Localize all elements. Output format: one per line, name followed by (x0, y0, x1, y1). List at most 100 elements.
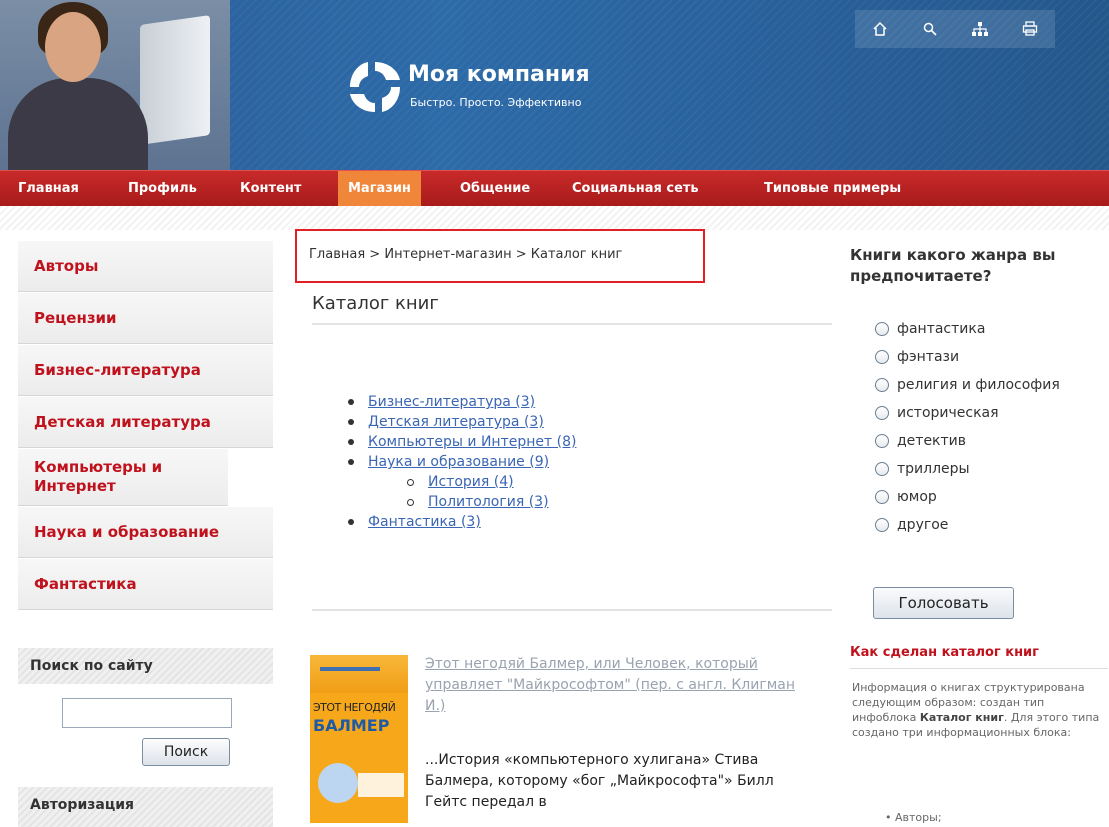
photo-monitor (140, 15, 210, 145)
breadcrumb: Главная > Интернет-магазин > Каталог кни… (295, 229, 705, 283)
radio-icon[interactable] (875, 462, 889, 476)
sidebar-item-fiction[interactable]: Фантастика (18, 558, 273, 610)
poll-options: фантастика фэнтази религия и философия и… (875, 315, 1060, 539)
sidebar-item-authors[interactable]: Авторы (18, 240, 273, 292)
book-description: ...История «компьютерного хулигана» Стив… (425, 752, 774, 810)
site-header: Моя компания Быстро. Просто. Эффективно (0, 0, 1109, 170)
search-icon[interactable] (917, 16, 943, 42)
book-cover-image[interactable]: ЭТОТ НЕГОДЯЙ БАЛМЕР (310, 655, 408, 823)
info-text-bold: Каталог книг (919, 711, 1004, 724)
main-menu: Главная Профиль Контент Магазин Общение … (0, 170, 1109, 207)
book-title-link[interactable]: Этот негодяй Балмер, или Человек, которы… (425, 654, 805, 717)
catalog-link-fiction[interactable]: Фантастика (3) (368, 514, 481, 530)
poll-option[interactable]: историческая (875, 399, 1060, 427)
search-title: Поиск по сайту (18, 648, 273, 684)
auth-panel: Авторизация (18, 787, 273, 827)
menu-item-social-network[interactable]: Социальная сеть (572, 171, 699, 207)
catalog-link-business[interactable]: Бизнес-литература (3) (368, 394, 535, 410)
radio-icon[interactable] (875, 406, 889, 420)
list-item: История (4) (348, 472, 576, 492)
bullet-icon (348, 439, 354, 445)
auth-title: Авторизация (30, 797, 135, 813)
title-divider (312, 323, 832, 325)
poll-option[interactable]: другое (875, 511, 1060, 539)
breadcrumb-separator: > (369, 247, 381, 262)
site-search-panel: Поиск по сайту Поиск (18, 648, 273, 778)
sidebar-item-reviews[interactable]: Рецензии (18, 292, 273, 344)
info-list-label: Авторы; (895, 811, 942, 824)
poll-option-label: детектив (897, 433, 967, 449)
poll-option-label: триллеры (897, 461, 970, 477)
radio-icon[interactable] (875, 350, 889, 364)
radio-icon[interactable] (875, 322, 889, 336)
poll-option[interactable]: религия и философия (875, 371, 1060, 399)
poll-option[interactable]: детектив (875, 427, 1060, 455)
poll-option[interactable]: фантастика (875, 315, 1060, 343)
sidebar-item-science[interactable]: Наука и образование (18, 506, 273, 558)
menu-item-content[interactable]: Контент (240, 171, 301, 207)
menu-item-home[interactable]: Главная (18, 171, 79, 207)
radio-icon[interactable] (875, 490, 889, 504)
menu-item-communication[interactable]: Общение (460, 171, 530, 207)
menu-item-shop[interactable]: Магазин (338, 171, 421, 207)
poll-option-label: фэнтази (897, 349, 960, 365)
catalog-link-politology[interactable]: Политология (3) (428, 494, 549, 510)
menu-item-profile[interactable]: Профиль (128, 171, 197, 207)
page-title: Каталог книг (312, 293, 439, 314)
info-divider (850, 668, 1108, 669)
print-icon[interactable] (1017, 16, 1043, 42)
breadcrumb-text: Главная > Интернет-магазин > Каталог кни… (309, 247, 622, 262)
info-text: Информация о книгах структурирована след… (852, 680, 1102, 740)
cover-photo (318, 763, 358, 803)
list-item: Политология (3) (348, 492, 576, 512)
company-logo-icon[interactable] (346, 58, 404, 116)
catalog-link-history[interactable]: История (4) (428, 474, 514, 490)
radio-icon[interactable] (875, 518, 889, 532)
sidebar-item-children[interactable]: Детская литература (18, 396, 273, 448)
menu-shadow-stripe (0, 206, 1109, 230)
poll-option-label: юмор (897, 489, 937, 505)
cover-top (310, 655, 408, 693)
radio-icon[interactable] (875, 434, 889, 448)
sidebar-item-computers[interactable]: Компьютеры и Интернет (18, 448, 228, 506)
bullet-icon (348, 399, 354, 405)
list-item: Детская литература (3) (348, 412, 576, 432)
cover-label (358, 773, 404, 797)
poll-question: Книги какого жанра вы предпочитаете? (850, 246, 1056, 285)
list-item: Бизнес-литература (3) (348, 392, 576, 412)
poll-option[interactable]: юмор (875, 483, 1060, 511)
catalog-link-computers[interactable]: Компьютеры и Интернет (8) (368, 434, 576, 450)
breadcrumb-separator: > (515, 247, 527, 262)
sitemap-icon[interactable] (967, 16, 993, 42)
bullet-icon (348, 419, 354, 425)
breadcrumb-shop[interactable]: Интернет-магазин (384, 247, 511, 262)
poll-option[interactable]: триллеры (875, 455, 1060, 483)
bullet-icon (348, 519, 354, 525)
poll-option-label: религия и философия (897, 377, 1060, 393)
search-input[interactable] (62, 698, 232, 728)
catalog-link-science[interactable]: Наука и образование (9) (368, 454, 549, 470)
photo-face (45, 12, 101, 82)
poll-option-label: другое (897, 517, 949, 533)
home-icon[interactable] (867, 16, 893, 42)
info-title: Как сделан каталог книг (850, 645, 1039, 660)
radio-icon[interactable] (875, 378, 889, 392)
vote-button[interactable]: Голосовать (873, 587, 1014, 619)
info-list-item: • Авторы; (885, 811, 942, 824)
catalog-link-children[interactable]: Детская литература (3) (368, 414, 544, 430)
poll-option[interactable]: фэнтази (875, 343, 1060, 371)
poll-option-label: историческая (897, 405, 999, 421)
menu-item-examples[interactable]: Типовые примеры (764, 171, 901, 207)
left-sidebar: Авторы Рецензии Бизнес-литература Детска… (18, 240, 273, 610)
site-title[interactable]: Моя компания (408, 62, 590, 87)
cover-title-line1: ЭТОТ НЕГОДЯЙ (313, 701, 396, 714)
circle-bullet-icon (407, 499, 414, 506)
circle-bullet-icon (407, 479, 414, 486)
sidebar-item-business[interactable]: Бизнес-литература (18, 344, 273, 396)
list-item: Наука и образование (9) (348, 452, 576, 472)
catalog-list: Бизнес-литература (3) Детская литература… (348, 392, 576, 532)
search-button[interactable]: Поиск (142, 738, 230, 766)
cover-title-line2: БАЛМЕР (313, 716, 390, 735)
breadcrumb-home[interactable]: Главная (309, 247, 365, 262)
cover-stripe (320, 667, 380, 671)
